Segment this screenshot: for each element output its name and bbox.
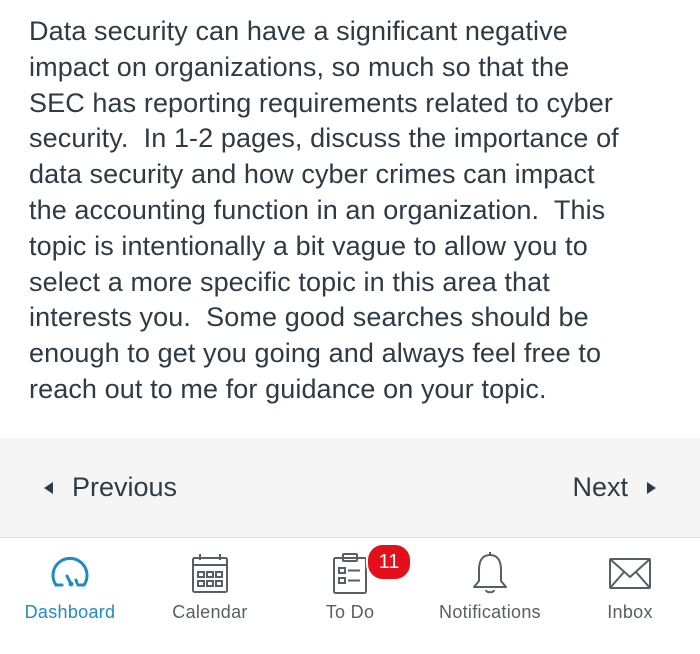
description-line: select a more specific topic in this are… — [29, 266, 550, 297]
tab-label: Dashboard — [24, 602, 116, 622]
description-line: SEC has reporting requirements related t… — [29, 87, 613, 118]
assignment-description: Data security can have a significant neg… — [29, 14, 684, 408]
tab-label: Notifications — [439, 602, 541, 622]
bottom-tab-bar: Dashboard Calendar To Do Notifications I… — [0, 538, 700, 654]
envelope-icon — [609, 558, 651, 589]
todo-count-badge: 11 — [366, 543, 412, 581]
dashboard-gauge-icon — [51, 556, 89, 587]
description-line: impact on organizations, so much so that… — [29, 51, 570, 82]
calendar-icon — [192, 554, 228, 593]
previous-label: Previous — [72, 472, 178, 502]
description-line: security. In 1-2 pages, discuss the impo… — [29, 123, 619, 154]
tab-label: Calendar — [172, 602, 248, 622]
tab-calendar[interactable]: Calendar — [140, 538, 280, 654]
previous-button[interactable]: Previous — [44, 438, 177, 537]
description-line: data security and how cyber crimes can i… — [29, 159, 595, 190]
tab-dashboard[interactable]: Dashboard — [0, 538, 140, 654]
next-button[interactable]: Next — [572, 438, 656, 537]
description-line: Data security can have a significant neg… — [29, 16, 568, 46]
tab-inbox[interactable]: Inbox — [560, 538, 700, 654]
bell-icon — [473, 552, 507, 594]
caret-left-icon — [44, 481, 53, 494]
description-line: topic is intentionally a bit vague to al… — [29, 230, 588, 261]
description-line: reach out to me for guidance on your top… — [29, 373, 547, 404]
tab-label: Inbox — [607, 602, 653, 622]
tab-notifications[interactable]: Notifications — [420, 538, 560, 654]
tab-label: To Do — [325, 602, 375, 622]
caret-right-icon — [647, 481, 656, 494]
description-line: enough to get you going and always feel … — [29, 338, 602, 369]
pager-bar: Previous Next — [0, 438, 700, 538]
description-line: interests you. Some good searches should… — [29, 302, 589, 333]
description-line: the accounting function in an organizati… — [29, 194, 606, 225]
next-label: Next — [572, 472, 628, 502]
assignment-content: Data security can have a significant neg… — [0, 0, 700, 438]
